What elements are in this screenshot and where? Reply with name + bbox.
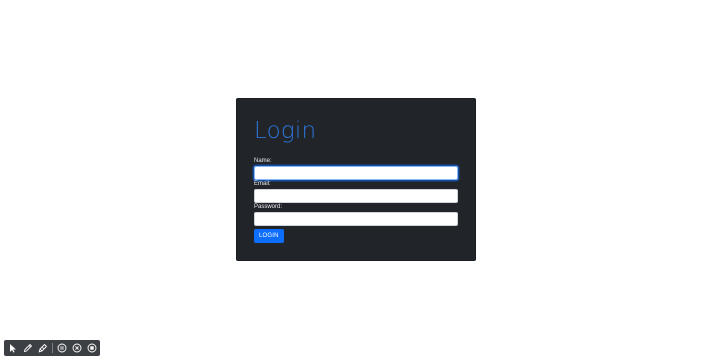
pause-icon[interactable] (56, 342, 69, 355)
email-field-group: Email: (254, 180, 458, 203)
password-label: Password: (254, 204, 283, 210)
name-input[interactable] (254, 166, 458, 180)
pen-icon[interactable] (22, 342, 35, 355)
annotation-toolbar (4, 340, 100, 356)
email-label: Email: (254, 181, 271, 187)
close-circle-icon[interactable] (71, 342, 84, 355)
login-form: Login Name: Email: Password: LOGIN (254, 117, 459, 243)
page-title: Login (254, 118, 317, 144)
pointer-icon[interactable] (7, 342, 20, 355)
password-input[interactable] (254, 212, 458, 226)
email-input[interactable] (254, 189, 458, 203)
toolbar-divider (52, 343, 53, 353)
stop-icon[interactable] (85, 342, 98, 355)
name-label: Name: (254, 158, 272, 164)
page: Login Name: Email: Password: LOGIN (0, 0, 712, 360)
login-card: Login Name: Email: Password: LOGIN (236, 98, 476, 261)
login-button[interactable]: LOGIN (254, 229, 284, 243)
password-field-group: Password: (254, 203, 458, 226)
name-field-group: Name: (254, 157, 458, 180)
highlighter-icon[interactable] (36, 342, 49, 355)
